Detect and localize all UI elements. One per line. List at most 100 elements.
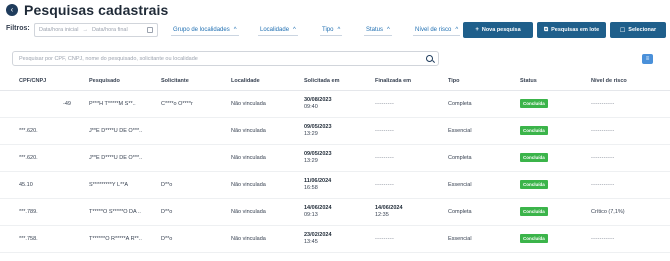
- col-header-type[interactable]: Tipo: [448, 72, 520, 91]
- select-button[interactable]: ☐ Selecionar: [610, 22, 666, 38]
- chevron-up-icon: ^: [337, 26, 341, 33]
- col-header-document[interactable]: CPF/CNPJ: [0, 72, 89, 91]
- select-icon: ☐: [619, 27, 626, 34]
- cell-requested-date: 14/06/2024: [304, 205, 332, 211]
- chevron-up-icon: ^: [387, 26, 390, 33]
- status-badge: Concluída: [520, 99, 548, 108]
- cell-finished-date: ---------: [375, 154, 395, 161]
- table-row[interactable]: ***.758. T******O R*****A R**.. D**o Não vi…: [0, 225, 670, 253]
- cell-finished-date: ---------: [375, 181, 395, 188]
- cell-person: P***H T*****M S**..: [89, 100, 136, 107]
- batch-search-button[interactable]: ⧉ Pesquisas em lote: [537, 22, 606, 38]
- col-header-requested-at[interactable]: Solicitada em: [304, 72, 375, 91]
- table-row[interactable]: -49 P***H T*****M S**.. C****o O****r Não v…: [0, 90, 670, 118]
- cell-document: 45.10: [19, 181, 33, 188]
- chevron-up-icon: ^: [455, 26, 459, 33]
- date-end-placeholder: Data/hora final: [91, 27, 128, 33]
- search-placeholder: Pesquisar por CPF, CNPJ, nome do pesquis…: [19, 55, 198, 62]
- page-header: ‹ Pesquisas cadastrais: [6, 2, 168, 18]
- cell-requester: C****o O****r: [161, 100, 193, 107]
- date-range-input[interactable]: Data/hora inicial → Data/hora final: [34, 23, 158, 37]
- search-input[interactable]: Pesquisar por CPF, CNPJ, nome do pesquis…: [12, 51, 439, 66]
- cell-finished-time: 12:35: [375, 212, 389, 218]
- cell-requested-date: 09/05/2023: [304, 151, 332, 157]
- external-link-icon: ⧉: [543, 26, 549, 33]
- filters-bar: Filtros: Data/hora inicial → Data/hora f…: [6, 22, 666, 40]
- cell-person: J**E D****U DE O***..: [89, 154, 143, 161]
- col-header-risk[interactable]: Nível de risco: [591, 72, 670, 91]
- columns-settings-icon[interactable]: ≡: [642, 54, 653, 64]
- status-badge: Concluída: [520, 180, 548, 189]
- filter-status[interactable]: Status ^: [364, 24, 392, 36]
- cell-document: ***.620.: [19, 127, 38, 134]
- filter-locality-group[interactable]: Grupo de localidades ^: [171, 24, 239, 36]
- cell-risk: -----------: [591, 235, 615, 242]
- calendar-icon: [147, 27, 153, 33]
- cell-type: Completa: [448, 208, 472, 215]
- cell-locality: Não vinculada: [231, 181, 266, 188]
- plus-icon: +: [475, 27, 479, 33]
- cell-requested-time: 09:13: [304, 212, 318, 218]
- table-row[interactable]: ***.789. T*****O S*****O DA .. D**o Não vin…: [0, 198, 670, 226]
- table-row[interactable]: 45.10 S*********Y L**A D**o Não vinculada 11…: [0, 171, 670, 199]
- cell-requested-date: 11/06/2024: [304, 178, 332, 184]
- cell-finished-date: 14/06/2024: [375, 205, 403, 211]
- cell-requested-date: 09/05/2023: [304, 124, 332, 130]
- cell-person: T******O R*****A R**..: [89, 235, 142, 242]
- back-icon[interactable]: ‹: [6, 4, 18, 16]
- cell-person: S*********Y L**A: [89, 181, 129, 188]
- col-header-locality[interactable]: Localidade: [231, 72, 304, 91]
- cell-requester: D**o: [161, 208, 173, 215]
- cell-requested-time: 09:40: [304, 104, 318, 110]
- search-icon[interactable]: [426, 55, 433, 62]
- cell-risk: -----------: [591, 100, 615, 107]
- cell-finished-date: ---------: [375, 100, 395, 107]
- date-start-placeholder: Data/hora inicial: [39, 27, 79, 33]
- col-header-requester[interactable]: Solicitante: [161, 72, 231, 91]
- filter-risk-level[interactable]: Nível de risco ^: [413, 24, 461, 36]
- col-header-person[interactable]: Pesquisado: [89, 72, 161, 91]
- col-header-finished-at[interactable]: Finalizada em: [375, 72, 448, 91]
- cell-requester: D**o: [161, 235, 173, 242]
- table-row[interactable]: ***.620. J**E D****U DE O***.. Não vincula…: [0, 117, 670, 145]
- table-header-row: CPF/CNPJ Pesquisado Solicitante Localida…: [0, 72, 670, 91]
- status-badge: Concluída: [520, 234, 548, 243]
- searches-table: CPF/CNPJ Pesquisado Solicitante Localida…: [0, 72, 670, 253]
- cell-type: Completa: [448, 154, 472, 161]
- cell-requested-time: 16:58: [304, 185, 318, 191]
- status-badge: Concluída: [520, 153, 548, 162]
- table-row[interactable]: ***.620. J**E D****U DE O***.. Não vincula…: [0, 144, 670, 172]
- cell-risk: -----------: [591, 154, 615, 161]
- cell-finished-date: ---------: [375, 127, 395, 134]
- cell-risk: -----------: [591, 127, 615, 134]
- cell-locality: Não vinculada: [231, 127, 266, 134]
- cell-type: Essencial: [448, 181, 472, 188]
- cell-risk: -----------: [591, 181, 615, 188]
- cell-document: ***.758.: [19, 235, 38, 242]
- col-header-status[interactable]: Status: [520, 72, 591, 91]
- cell-requested-time: 13:29: [304, 158, 318, 164]
- status-badge: Concluída: [520, 207, 548, 216]
- filter-type[interactable]: Tipo ^: [320, 24, 343, 36]
- status-badge: Concluída: [520, 126, 548, 135]
- cell-person: J**E D****U DE O***..: [89, 127, 143, 134]
- cell-risk: Crítico (7,1%): [591, 208, 625, 215]
- cell-type: Essencial: [448, 127, 472, 134]
- cell-document: -49: [63, 100, 71, 107]
- cell-document: ***.789.: [19, 208, 38, 215]
- cell-requested-date: 23/02/2024: [304, 232, 332, 238]
- cell-person: T*****O S*****O DA ..: [89, 208, 141, 215]
- cell-locality: Não vinculada: [231, 235, 266, 242]
- cell-document: ***.620.: [19, 154, 38, 161]
- cell-requested-date: 30/08/2023: [304, 97, 332, 103]
- cell-type: Essencial: [448, 235, 472, 242]
- cell-locality: Não vinculada: [231, 154, 266, 161]
- cell-locality: Não vinculada: [231, 208, 266, 215]
- cell-type: Completa: [448, 100, 472, 107]
- cell-finished-date: ---------: [375, 235, 395, 242]
- new-search-button[interactable]: + Nova pesquisa: [463, 22, 533, 38]
- page-title: Pesquisas cadastrais: [24, 2, 169, 18]
- cell-requested-time: 13:45: [304, 239, 318, 245]
- filter-locality[interactable]: Localidade ^: [258, 24, 298, 36]
- chevron-up-icon: ^: [233, 26, 237, 33]
